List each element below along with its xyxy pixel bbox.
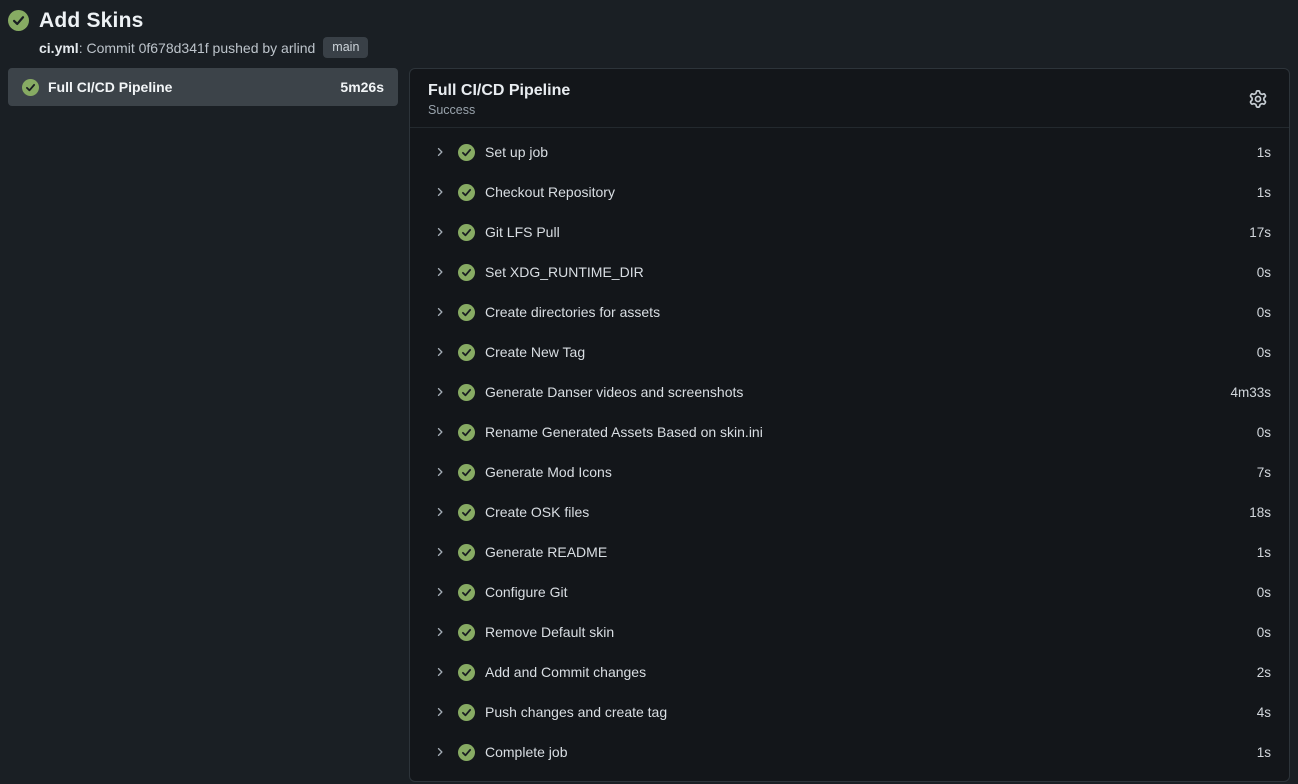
- chevron-right-icon: [434, 626, 446, 638]
- step-row[interactable]: Create OSK files 18s: [410, 492, 1289, 532]
- step-row[interactable]: Checkout Repository 1s: [410, 172, 1289, 212]
- step-duration: 4m33s: [1230, 385, 1271, 400]
- chevron-right-icon: [434, 386, 446, 398]
- step-duration: 1s: [1257, 545, 1271, 560]
- check-circle-icon: [458, 664, 475, 681]
- step-row[interactable]: Remove Default skin 0s: [410, 612, 1289, 652]
- check-circle-icon: [458, 424, 475, 441]
- step-name: Create directories for assets: [485, 304, 1257, 320]
- run-header: Add Skins ci.yml: Commit 0f678d341f push…: [8, 8, 1290, 68]
- chevron-right-icon: [434, 506, 446, 518]
- job-duration: 5m26s: [340, 79, 384, 95]
- step-duration: 1s: [1257, 745, 1271, 760]
- check-circle-icon: [458, 304, 475, 321]
- step-row[interactable]: Push changes and create tag 4s: [410, 692, 1289, 732]
- check-circle-icon: [458, 384, 475, 401]
- check-circle-icon: [458, 704, 475, 721]
- step-name: Configure Git: [485, 584, 1257, 600]
- step-duration: 0s: [1257, 345, 1271, 360]
- run-subtitle: ci.yml: Commit 0f678d341f pushed by arli…: [39, 37, 368, 58]
- step-row[interactable]: Generate Danser videos and screenshots 4…: [410, 372, 1289, 412]
- commit-text: : Commit 0f678d341f pushed by arlind: [79, 40, 316, 56]
- chevron-right-icon: [434, 426, 446, 438]
- step-duration: 1s: [1257, 145, 1271, 160]
- sidebar-job-item[interactable]: Full CI/CD Pipeline 5m26s: [8, 68, 398, 106]
- check-circle-icon: [458, 744, 475, 761]
- step-duration: 0s: [1257, 585, 1271, 600]
- step-duration: 0s: [1257, 625, 1271, 640]
- check-circle-icon: [8, 10, 29, 31]
- check-circle-icon: [458, 224, 475, 241]
- step-name: Push changes and create tag: [485, 704, 1257, 720]
- step-name: Generate Mod Icons: [485, 464, 1257, 480]
- chevron-right-icon: [434, 186, 446, 198]
- chevron-right-icon: [434, 546, 446, 558]
- gear-icon: [1249, 90, 1267, 108]
- step-name: Checkout Repository: [485, 184, 1257, 200]
- step-name: Complete job: [485, 744, 1257, 760]
- chevron-right-icon: [434, 266, 446, 278]
- job-status-label: Success: [428, 103, 570, 117]
- workflow-file: ci.yml: [39, 40, 79, 56]
- chevron-right-icon: [434, 586, 446, 598]
- step-duration: 17s: [1249, 225, 1271, 240]
- chevron-right-icon: [434, 346, 446, 358]
- check-circle-icon: [458, 344, 475, 361]
- run-title: Add Skins: [39, 8, 368, 34]
- step-row[interactable]: Generate README 1s: [410, 532, 1289, 572]
- check-circle-icon: [458, 144, 475, 161]
- step-name: Set up job: [485, 144, 1257, 160]
- step-row[interactable]: Create New Tag 0s: [410, 332, 1289, 372]
- chevron-right-icon: [434, 146, 446, 158]
- step-row[interactable]: Set up job 1s: [410, 132, 1289, 172]
- check-circle-icon: [458, 504, 475, 521]
- step-name: Create OSK files: [485, 504, 1249, 520]
- jobs-sidebar: Full CI/CD Pipeline 5m26s: [8, 68, 398, 106]
- chevron-right-icon: [434, 306, 446, 318]
- check-circle-icon: [458, 544, 475, 561]
- check-circle-icon: [458, 464, 475, 481]
- step-name: Generate Danser videos and screenshots: [485, 384, 1230, 400]
- step-name: Add and Commit changes: [485, 664, 1257, 680]
- chevron-right-icon: [434, 226, 446, 238]
- check-circle-icon: [458, 264, 475, 281]
- step-name: Git LFS Pull: [485, 224, 1249, 240]
- step-duration: 0s: [1257, 425, 1271, 440]
- step-name: Remove Default skin: [485, 624, 1257, 640]
- step-row[interactable]: Set XDG_RUNTIME_DIR 0s: [410, 252, 1289, 292]
- step-row[interactable]: Complete job 1s: [410, 732, 1289, 772]
- job-panel-header: Full CI/CD Pipeline Success: [410, 69, 1289, 128]
- step-row[interactable]: Generate Mod Icons 7s: [410, 452, 1289, 492]
- job-name: Full CI/CD Pipeline: [48, 79, 340, 95]
- step-name: Set XDG_RUNTIME_DIR: [485, 264, 1257, 280]
- step-duration: 18s: [1249, 505, 1271, 520]
- gear-icon[interactable]: [1245, 86, 1271, 112]
- chevron-right-icon: [434, 666, 446, 678]
- step-name: Rename Generated Assets Based on skin.in…: [485, 424, 1257, 440]
- step-row[interactable]: Add and Commit changes 2s: [410, 652, 1289, 692]
- step-duration: 0s: [1257, 265, 1271, 280]
- step-row[interactable]: Create directories for assets 0s: [410, 292, 1289, 332]
- check-circle-icon: [22, 79, 39, 96]
- check-circle-icon: [458, 184, 475, 201]
- step-duration: 4s: [1257, 705, 1271, 720]
- step-row[interactable]: Git LFS Pull 17s: [410, 212, 1289, 252]
- chevron-right-icon: [434, 746, 446, 758]
- step-row[interactable]: Rename Generated Assets Based on skin.in…: [410, 412, 1289, 452]
- job-panel-title: Full CI/CD Pipeline: [428, 80, 570, 101]
- step-name: Create New Tag: [485, 344, 1257, 360]
- chevron-right-icon: [434, 706, 446, 718]
- step-duration: 1s: [1257, 185, 1271, 200]
- step-row[interactable]: Configure Git 0s: [410, 572, 1289, 612]
- step-list: Set up job 1s Checkout Repository 1s Git…: [410, 128, 1289, 776]
- step-duration: 2s: [1257, 665, 1271, 680]
- check-circle-icon: [458, 624, 475, 641]
- step-duration: 0s: [1257, 305, 1271, 320]
- job-panel: Full CI/CD Pipeline Success Set up job 1…: [409, 68, 1290, 782]
- step-duration: 7s: [1257, 465, 1271, 480]
- chevron-right-icon: [434, 466, 446, 478]
- branch-badge[interactable]: main: [323, 37, 368, 58]
- check-circle-icon: [458, 584, 475, 601]
- step-name: Generate README: [485, 544, 1257, 560]
